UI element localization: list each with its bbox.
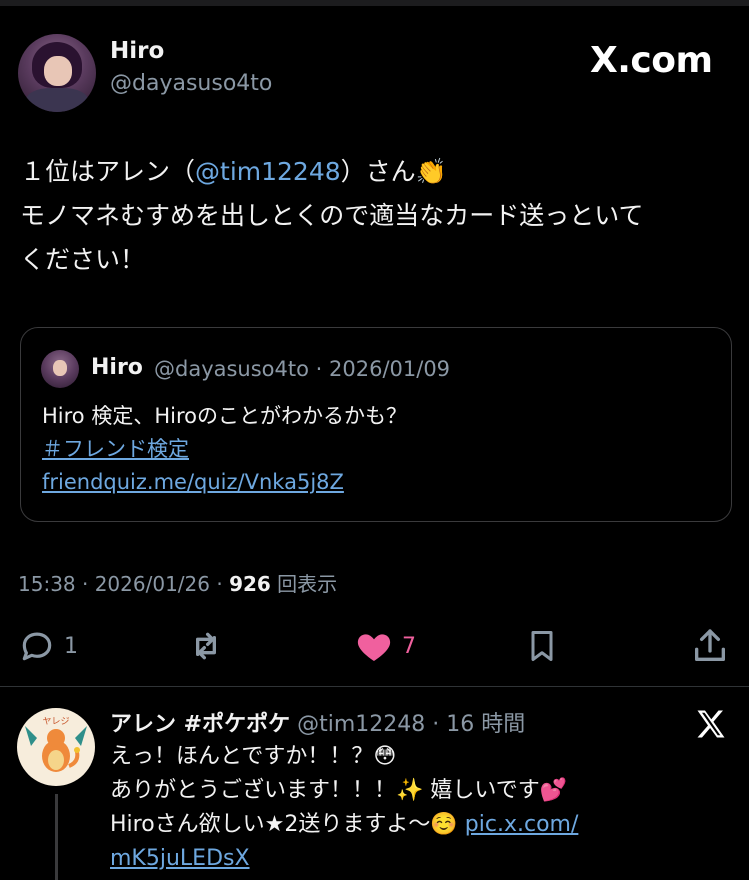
- tweet-line1-prefix: １位はアレン（: [20, 157, 196, 186]
- like-count: 7: [402, 633, 416, 659]
- pic-link-part1[interactable]: pic.x.com/: [465, 812, 579, 837]
- share-button[interactable]: [690, 626, 730, 666]
- mention-link[interactable]: @tim12248: [195, 157, 341, 186]
- like-button[interactable]: 7: [354, 626, 416, 666]
- repost-button[interactable]: [186, 626, 226, 666]
- reply-button[interactable]: 1: [18, 626, 78, 666]
- quote-author-name: Hiro: [91, 355, 143, 380]
- reply-text: えっ！ほんとですか！！？😳 ありがとうございます！！！✨ 嬉しいです💕 Hiro…: [110, 740, 730, 876]
- reply-avatar[interactable]: ヤレジ: [17, 708, 95, 786]
- tweet-line1-suffix: ）さん👏: [340, 157, 447, 186]
- reply-count: 1: [64, 633, 78, 659]
- reply-line3: Hiroさん欲しい★2送りますよ〜☺️: [110, 812, 465, 837]
- bookmark-button[interactable]: [524, 626, 560, 666]
- pic-link-part2[interactable]: mK5juLEDsX: [110, 846, 250, 871]
- author-name[interactable]: Hiro: [110, 38, 164, 64]
- post-stats: 15:38 · 2026/01/26 · 926 回表示: [18, 568, 337, 597]
- heart-icon: [357, 634, 391, 661]
- quiz-link[interactable]: friendquiz.me/quiz/Vnka5j8Z: [42, 466, 702, 499]
- top-separator: [0, 0, 749, 6]
- charizard-avatar-icon: ヤレジ: [25, 717, 87, 772]
- quoted-tweet[interactable]: Hiro @dayasuso4to · 2026/01/09 Hiro 検定、H…: [20, 327, 732, 522]
- reply-header: アレン #ポケポケ @tim12248 · 16 時間: [110, 706, 525, 738]
- reply-icon: [22, 632, 52, 661]
- view-label: 回表示: [270, 572, 338, 596]
- tweet-text: １位はアレン（@tim12248）さん👏 モノマネむすめを出しとくので適当なカー…: [20, 150, 735, 282]
- repost-icon: [196, 632, 216, 660]
- post-time: 15:38 · 2026/01/26 ·: [18, 572, 230, 596]
- avatar-label: ヤレジ: [42, 717, 69, 727]
- share-icon: [695, 629, 725, 661]
- reply-line2: ありがとうございます！！！✨ 嬉しいです💕: [110, 778, 568, 803]
- reply-author-name[interactable]: アレン #ポケポケ: [110, 712, 290, 737]
- quote-text: Hiro 検定、Hiroのことがわかるかも？: [42, 404, 407, 428]
- reply-meta: @tim12248 · 16 時間: [290, 712, 526, 737]
- author-avatar[interactable]: [18, 34, 96, 112]
- hashtag-link[interactable]: ＃フレンド検定: [42, 433, 702, 466]
- x-logo: X.com: [590, 40, 713, 81]
- thread-line: [55, 794, 58, 880]
- quote-avatar: [41, 350, 79, 388]
- author-handle[interactable]: @dayasuso4to: [110, 71, 272, 96]
- tweet-line3: ください！: [20, 245, 146, 274]
- quote-text-block: Hiro 検定、Hiroのことがわかるかも？ ＃フレンド検定 friendqui…: [42, 400, 702, 499]
- section-divider: [0, 686, 749, 687]
- view-count: 926: [229, 572, 271, 596]
- reply-line1: えっ！ほんとですか！！？😳: [110, 744, 397, 769]
- bookmark-icon: [531, 631, 553, 661]
- quote-meta: @dayasuso4to · 2026/01/09: [154, 357, 451, 381]
- tweet-line2: モノマネむすめを出しとくので適当なカード送っといて: [20, 201, 644, 230]
